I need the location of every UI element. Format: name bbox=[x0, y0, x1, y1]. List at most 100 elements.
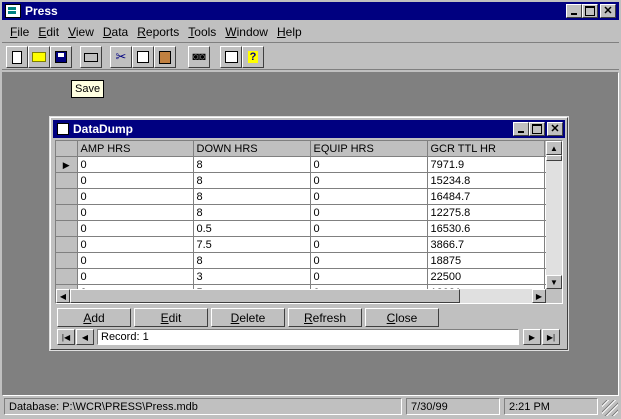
table-cell[interactable]: 8 bbox=[193, 252, 311, 269]
table-row[interactable]: 08015234.80 bbox=[56, 172, 557, 189]
row-selector[interactable] bbox=[56, 220, 78, 237]
table-cell[interactable]: 0 bbox=[77, 236, 194, 253]
column-header[interactable]: GCR TTL HR bbox=[427, 141, 545, 157]
data-grid[interactable]: AMP HRS DOWN HRS EQUIP HRS GCR TTL HR H … bbox=[55, 140, 563, 304]
minimize-button[interactable] bbox=[566, 4, 582, 18]
scroll-up-button[interactable]: ▲ bbox=[546, 141, 562, 155]
column-header[interactable]: EQUIP HRS bbox=[310, 141, 428, 157]
table-cell[interactable]: 0 bbox=[310, 268, 428, 285]
table-row[interactable]: 08016484.70 bbox=[56, 188, 557, 205]
column-header[interactable]: DOWN HRS bbox=[193, 141, 311, 157]
save-button[interactable] bbox=[50, 46, 72, 68]
menu-window[interactable]: Window bbox=[225, 25, 268, 39]
table-cell[interactable]: 3866.7 bbox=[427, 236, 545, 253]
table-cell[interactable]: 0 bbox=[310, 220, 428, 237]
horizontal-scroll-thumb[interactable] bbox=[70, 289, 460, 303]
vertical-scrollbar[interactable]: ▲ ▼ bbox=[546, 141, 562, 289]
table-cell[interactable]: 16530.6 bbox=[427, 220, 545, 237]
paste-button[interactable] bbox=[154, 46, 176, 68]
table-cell[interactable]: 12275.8 bbox=[427, 204, 545, 221]
child-maximize-button[interactable] bbox=[529, 122, 545, 136]
table-cell[interactable]: 16484.7 bbox=[427, 188, 545, 205]
menu-view[interactable]: View bbox=[68, 25, 94, 39]
previous-record-button[interactable]: ◀ bbox=[76, 329, 94, 345]
help-button[interactable]: ? bbox=[242, 46, 264, 68]
close-button[interactable]: Close bbox=[365, 308, 439, 327]
table-cell[interactable]: 8 bbox=[193, 188, 311, 205]
menu-edit[interactable]: Edit bbox=[38, 25, 59, 39]
table-cell[interactable]: 8 bbox=[193, 156, 311, 173]
table-cell[interactable]: 3 bbox=[193, 268, 311, 285]
edit-button[interactable]: Edit bbox=[134, 308, 208, 327]
table-cell[interactable]: 0.5 bbox=[193, 220, 311, 237]
scroll-right-button[interactable]: ▶ bbox=[532, 289, 546, 303]
table-cell[interactable]: 0 bbox=[310, 172, 428, 189]
menu-reports[interactable]: Reports bbox=[137, 25, 179, 39]
table-cell[interactable]: 0 bbox=[77, 172, 194, 189]
table-cell[interactable]: 0 bbox=[310, 204, 428, 221]
table-cell[interactable]: 18875 bbox=[427, 252, 545, 269]
datadump-title-bar[interactable]: DataDump ✕ bbox=[53, 120, 565, 138]
row-selector[interactable] bbox=[56, 188, 78, 205]
menu-help[interactable]: Help bbox=[277, 25, 302, 39]
row-selector[interactable] bbox=[56, 268, 78, 285]
delete-button[interactable]: Delete bbox=[211, 308, 285, 327]
vertical-scroll-thumb[interactable] bbox=[546, 155, 562, 161]
table-row[interactable]: 00.5016530.60 bbox=[56, 220, 557, 237]
copy-button[interactable] bbox=[132, 46, 154, 68]
table-cell[interactable]: 0 bbox=[77, 156, 194, 173]
table-row[interactable]: 030225000 bbox=[56, 268, 557, 285]
row-selector[interactable] bbox=[56, 236, 78, 253]
close-window-button[interactable]: ✕ bbox=[600, 4, 616, 18]
find-button[interactable]: ◙◙ bbox=[188, 46, 210, 68]
open-button[interactable] bbox=[28, 46, 50, 68]
table-cell[interactable]: 0 bbox=[310, 156, 428, 173]
table-row[interactable]: ▶0807971.90 bbox=[56, 156, 557, 173]
table-cell[interactable]: 0 bbox=[77, 268, 194, 285]
size-grip-icon[interactable] bbox=[602, 400, 618, 416]
close-icon: ✕ bbox=[550, 122, 560, 135]
record-indicator[interactable]: Record: 1 bbox=[97, 329, 519, 345]
scroll-down-button[interactable]: ▼ bbox=[546, 275, 562, 289]
table-row[interactable]: 080188750 bbox=[56, 252, 557, 269]
table-cell[interactable]: 7.5 bbox=[193, 236, 311, 253]
table-cell[interactable]: 0 bbox=[77, 204, 194, 221]
print-button[interactable] bbox=[80, 46, 102, 68]
menu-file[interactable]: File bbox=[10, 25, 29, 39]
table-cell[interactable]: 8 bbox=[193, 204, 311, 221]
table-cell[interactable]: 0 bbox=[310, 252, 428, 269]
table-row[interactable]: 08012275.80 bbox=[56, 204, 557, 221]
table-cell[interactable]: 8 bbox=[193, 172, 311, 189]
table-cell[interactable]: 15234.8 bbox=[427, 172, 545, 189]
next-record-button[interactable]: ▶ bbox=[523, 329, 541, 345]
row-selector[interactable]: ▶ bbox=[56, 156, 78, 173]
table-cell[interactable]: 0 bbox=[77, 252, 194, 269]
menu-data[interactable]: Data bbox=[103, 25, 128, 39]
row-selector[interactable] bbox=[56, 204, 78, 221]
add-button[interactable]: Add bbox=[57, 308, 131, 327]
row-selector[interactable] bbox=[56, 172, 78, 189]
table-cell[interactable]: 0 bbox=[77, 220, 194, 237]
menu-tools[interactable]: Tools bbox=[188, 25, 216, 39]
app-title-bar[interactable]: Press ✕ bbox=[2, 2, 619, 20]
column-header[interactable]: AMP HRS bbox=[77, 141, 194, 157]
child-close-button[interactable]: ✕ bbox=[547, 122, 563, 136]
table-cell[interactable]: 22500 bbox=[427, 268, 545, 285]
refresh-button[interactable]: Refresh bbox=[288, 308, 362, 327]
properties-button[interactable] bbox=[220, 46, 242, 68]
first-record-button[interactable]: |◀ bbox=[57, 329, 75, 345]
child-minimize-button[interactable] bbox=[513, 122, 529, 136]
maximize-button[interactable] bbox=[582, 4, 598, 18]
table-cell[interactable]: 7971.9 bbox=[427, 156, 545, 173]
table-cell[interactable]: 0 bbox=[310, 188, 428, 205]
table-row[interactable]: 07.503866.70 bbox=[56, 236, 557, 253]
last-record-button[interactable]: ▶| bbox=[542, 329, 560, 345]
table-cell[interactable]: 0 bbox=[77, 188, 194, 205]
scroll-left-button[interactable]: ◀ bbox=[56, 289, 70, 303]
table-cell[interactable]: 0 bbox=[310, 236, 428, 253]
horizontal-scrollbar[interactable]: ◀ ▶ bbox=[56, 289, 546, 303]
new-button[interactable] bbox=[6, 46, 28, 68]
status-date: 7/30/99 bbox=[406, 398, 500, 415]
cut-button[interactable]: ✂ bbox=[110, 46, 132, 68]
row-selector[interactable] bbox=[56, 252, 78, 269]
